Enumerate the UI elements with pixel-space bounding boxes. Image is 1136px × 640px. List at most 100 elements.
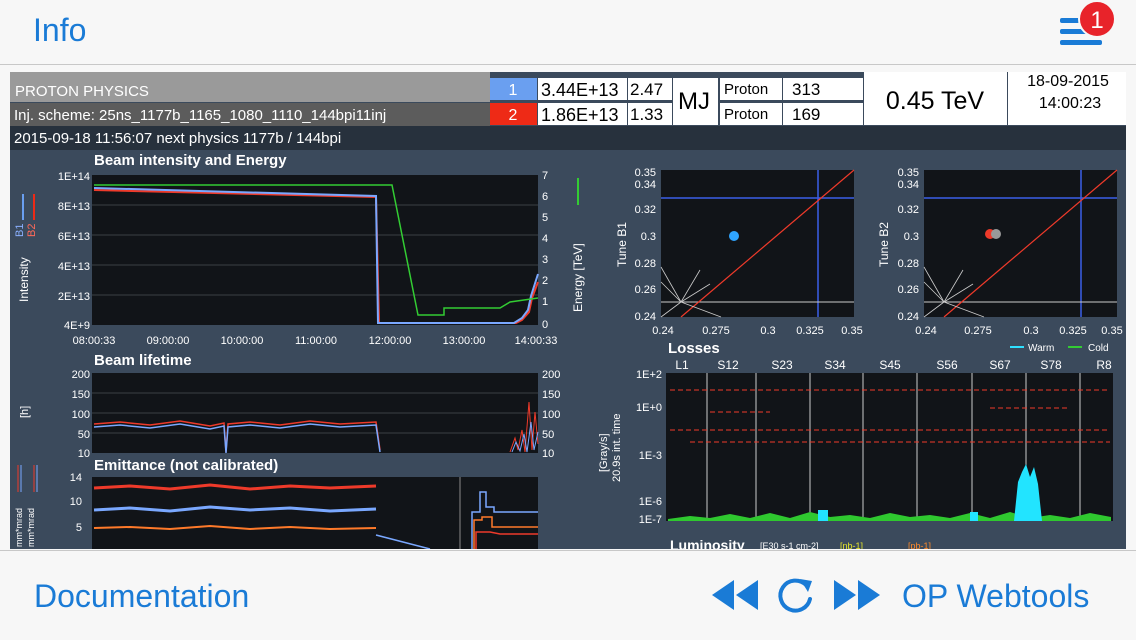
tune-b2-ytick: 0.26 xyxy=(898,284,919,296)
tune-b1-xtick: 0.325 xyxy=(796,325,824,337)
energy-ytick: 3 xyxy=(542,254,548,266)
losses-ylabel2: 20.9s int. time xyxy=(611,414,623,482)
beam2-bunches: 169 xyxy=(792,105,820,124)
losses-sector: L1 xyxy=(675,358,689,372)
beam2-stored-energy: 1.33 xyxy=(630,105,663,124)
tune-b2-point xyxy=(991,229,1001,239)
losses-sector: S78 xyxy=(1040,358,1062,372)
intensity-plot-area xyxy=(92,175,538,325)
tune-b2-xtick: 0.24 xyxy=(915,325,936,337)
refresh-icon[interactable] xyxy=(776,577,816,617)
losses-sector: S12 xyxy=(717,358,739,372)
intensity-xtick: 12:00:00 xyxy=(369,335,412,347)
tune-b1-ylabel: Tune B1 xyxy=(615,222,629,267)
tune-b1-ytick: 0.35 xyxy=(635,167,656,179)
energy-ytick: 4 xyxy=(542,233,548,245)
rewind-icon[interactable] xyxy=(710,577,760,613)
energy-ytick: 1 xyxy=(542,296,548,308)
intensity-title: Beam intensity and Energy xyxy=(94,152,287,169)
intensity-ytick: 6E+13 xyxy=(58,231,90,243)
emittance-ylabel: mm*mrad xyxy=(14,508,24,547)
emittance-ytick: 10 xyxy=(70,496,82,508)
energy-unit: MJ xyxy=(678,88,710,115)
tune-b2-plot-area xyxy=(924,170,1117,317)
losses-plot-area xyxy=(666,373,1113,521)
tune-b1-ytick: 0.34 xyxy=(635,179,656,191)
losses-ylabel: [Gray/s] xyxy=(598,433,610,472)
losses-sector: S67 xyxy=(989,358,1011,372)
tune-b1-point xyxy=(729,231,739,241)
legend-b1: B1 xyxy=(14,224,26,237)
beam1-index: 1 xyxy=(509,82,518,99)
bottom-toolbar: Documentation OP Webtools xyxy=(0,550,1136,640)
tune-b2-ytick: 0.32 xyxy=(898,204,919,216)
intensity-xtick: 14:00:33 xyxy=(515,335,558,347)
tune-b1-ytick: 0.32 xyxy=(635,204,656,216)
luminosity-series: [pb-1] xyxy=(908,541,931,549)
mode-label: PROTON PHYSICS xyxy=(15,83,149,100)
beam-energy: 0.45 TeV xyxy=(886,87,985,115)
losses-title: Losses xyxy=(668,340,720,357)
lifetime-y2tick: 10 xyxy=(542,448,554,460)
lifetime-title: Beam lifetime xyxy=(94,352,192,369)
lifetime-ylabel: [h] xyxy=(19,406,31,418)
lifetime-ytick: 10 xyxy=(78,448,90,460)
intensity-xtick: 11:00:00 xyxy=(295,335,337,347)
tune-b2-xtick: 0.3 xyxy=(1023,325,1038,337)
tune-b2-ytick: 0.24 xyxy=(898,311,919,323)
vistar-screen: PROTON PHYSICS Inj. scheme: 25ns_1177b_1… xyxy=(10,72,1126,549)
emittance-ytick: 14 xyxy=(70,472,82,484)
losses-sector: S23 xyxy=(771,358,793,372)
intensity-ytick: 1E+14 xyxy=(58,171,90,183)
energy-ytick: 2 xyxy=(542,275,548,287)
losses-sector: S56 xyxy=(936,358,958,372)
op-webtools-button[interactable]: OP Webtools xyxy=(902,578,1089,615)
tune-b2-ytick: 0.34 xyxy=(898,179,919,191)
lifetime-y2tick: 200 xyxy=(542,369,560,381)
intensity-ytick: 4E+9 xyxy=(64,320,90,332)
energy-ytick: 5 xyxy=(542,212,548,224)
header-date: 18-09-2015 xyxy=(1027,73,1109,90)
info-back-button[interactable]: Info xyxy=(33,12,86,49)
intensity-ytick: 4E+13 xyxy=(58,261,90,273)
injection-scheme: Inj. scheme: 25ns_1177b_1165_1080_1110_1… xyxy=(14,107,386,124)
emittance-title: Emittance (not calibrated) xyxy=(94,457,278,474)
energy-ytick: 0 xyxy=(542,319,548,331)
losses-sector: S34 xyxy=(824,358,846,372)
fast-forward-icon[interactable] xyxy=(832,577,882,613)
beam1-particle: Proton xyxy=(724,81,768,98)
legend-b2: B2 xyxy=(26,224,38,237)
losses-sector: S45 xyxy=(879,358,901,372)
tune-b2-ytick: 0.35 xyxy=(898,167,919,179)
intensity-ylabel: Intensity xyxy=(17,257,31,302)
lifetime-ytick: 100 xyxy=(72,409,90,421)
tune-b1-plot-area xyxy=(661,170,854,317)
tune-b1-ytick: 0.3 xyxy=(641,231,656,243)
energy-ytick: 7 xyxy=(542,170,548,182)
tune-b1-ytick: 0.26 xyxy=(635,284,656,296)
tune-b1-xtick: 0.35 xyxy=(841,325,862,337)
tune-b1-ytick: 0.28 xyxy=(635,258,656,270)
documentation-button[interactable]: Documentation xyxy=(34,578,249,615)
tune-b1-xtick: 0.275 xyxy=(702,325,730,337)
tune-b2-ylabel: Tune B2 xyxy=(877,222,891,267)
intensity-xtick: 13:00:00 xyxy=(443,335,486,347)
tune-b2-xtick: 0.325 xyxy=(1059,325,1087,337)
legend-warm: Warm xyxy=(1028,343,1054,354)
notification-badge[interactable]: 1 xyxy=(1078,0,1116,38)
luminosity-unit: [E30 s-1 cm-2] xyxy=(760,541,819,549)
energy-ylabel: Energy [TeV] xyxy=(571,243,585,312)
intensity-xtick: 09:00:00 xyxy=(147,335,190,347)
luminosity-title: Luminosity xyxy=(670,537,745,549)
intensity-ytick: 2E+13 xyxy=(58,291,90,303)
emittance-ytick: 5 xyxy=(76,522,82,534)
losses-ytick: 1E+0 xyxy=(636,402,662,414)
lifetime-ytick: 200 xyxy=(72,369,90,381)
tune-b2-ytick: 0.28 xyxy=(898,258,919,270)
emittance-ylabel: mm*mrad xyxy=(26,508,36,547)
lifetime-ytick: 150 xyxy=(72,389,90,401)
lifetime-y2tick: 100 xyxy=(542,409,560,421)
luminosity-series: [nb-1] xyxy=(840,541,863,549)
losses-ytick: 1E-6 xyxy=(639,496,662,508)
beam1-bunches: 313 xyxy=(792,80,820,99)
